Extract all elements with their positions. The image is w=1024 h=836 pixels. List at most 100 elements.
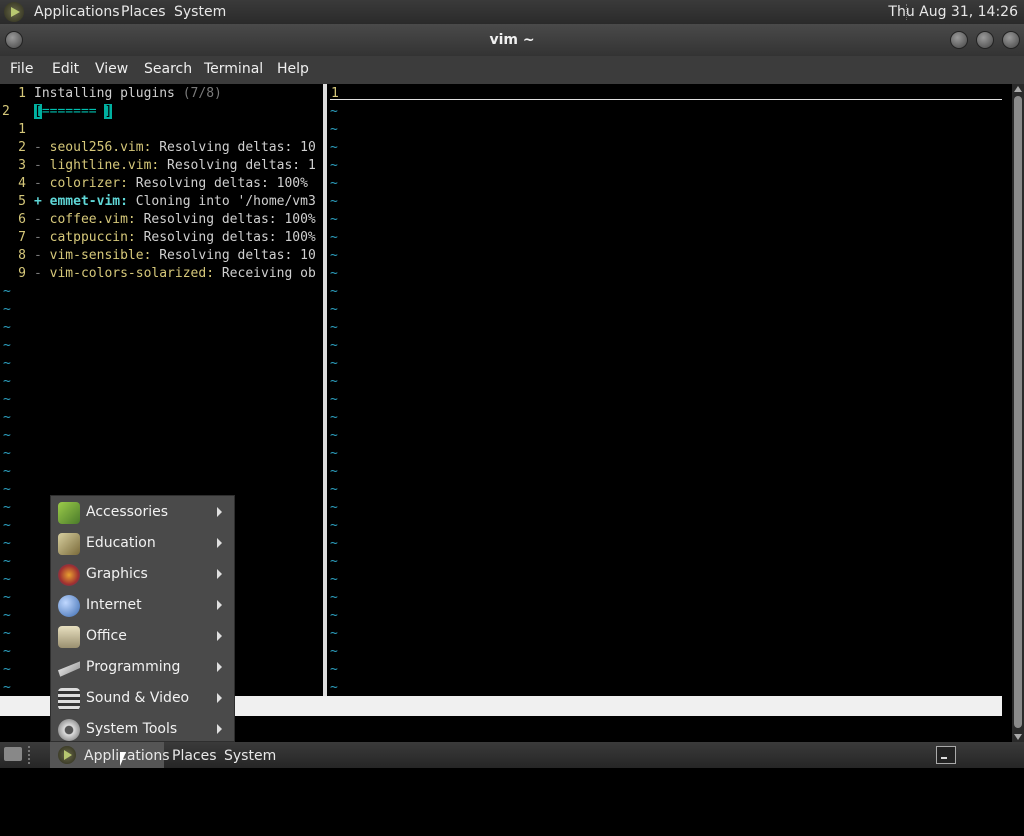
tilde-marker: ~ [330, 428, 338, 443]
bottom-panel: Applications Places System [0, 742, 1024, 768]
show-desktop-icon[interactable] [4, 747, 22, 761]
empty-line-marker: ~ [327, 355, 338, 373]
menu-item-label: Accessories [86, 504, 169, 520]
top-panel: Applications Places System Thu Aug 31, 1… [0, 0, 1024, 24]
plugin-status: Resolving deltas: 10 [151, 248, 316, 263]
clock[interactable]: Thu Aug 31, 14:26 [888, 4, 1018, 20]
plugin-name: vim-sensible: [49, 248, 152, 263]
empty-line-marker: ~ [0, 319, 11, 337]
plugin-name: catppuccin: [49, 230, 136, 245]
empty-line-marker: ~ [0, 391, 11, 409]
tilde-marker: ~ [330, 230, 338, 245]
empty-line-marker: ~ [327, 301, 338, 319]
menu-item-system-tools[interactable]: System Tools [51, 714, 234, 745]
applications-logo-icon[interactable] [58, 746, 76, 764]
tilde-marker: ~ [330, 536, 338, 551]
empty-line-marker: ~ [327, 427, 338, 445]
minimize-button[interactable] [950, 31, 968, 49]
menu-terminal[interactable]: Terminal [204, 61, 263, 77]
blank-line: 1 [0, 121, 26, 139]
window-titlebar[interactable]: vim ~ [0, 24, 1024, 56]
menu-item-internet[interactable]: Internet [51, 590, 234, 621]
tilde-marker: ~ [330, 644, 338, 659]
menu-edit[interactable]: Edit [52, 61, 79, 77]
vim-right-pane[interactable]: 1 ~ ~ ~ ~ ~ ~ ~ ~ ~ ~ ~ ~ ~ ~ ~ ~ ~ ~ ~ ~ ~ ~ ~ ~ ~ ~ ~ ~ ~ ~ ~ ~ ~ [327, 84, 1002, 696]
menu-item-label: Office [86, 628, 127, 644]
bottom-places-menu[interactable]: Places [172, 748, 217, 764]
empty-line-marker: ~ [327, 319, 338, 337]
scrollbar-thumb[interactable] [1014, 96, 1022, 728]
tilde-marker: ~ [3, 590, 11, 605]
tilde-marker: ~ [330, 590, 338, 605]
menu-item-accessories[interactable]: Accessories [51, 497, 234, 528]
empty-line-marker: ~ [327, 535, 338, 553]
empty-line-marker: ~ [327, 571, 338, 589]
terminal-scrollbar[interactable] [1012, 84, 1024, 742]
tilde-marker: ~ [330, 410, 338, 425]
tilde-marker: ~ [330, 446, 338, 461]
empty-line-marker: ~ [0, 409, 11, 427]
top-places-menu[interactable]: Places [121, 4, 166, 20]
line-number: 2 [2, 104, 10, 119]
progress-bracket-open: [ [34, 104, 42, 119]
scroll-up-arrow-icon[interactable] [1014, 86, 1022, 92]
tilde-marker: ~ [330, 176, 338, 191]
empty-line-marker: ~ [327, 517, 338, 535]
tilde-marker: ~ [3, 518, 11, 533]
line-number: 9 [18, 266, 26, 281]
tilde-marker: ~ [330, 212, 338, 227]
menu-item-sound-video[interactable]: Sound & Video [51, 683, 234, 714]
terminal-window-icon[interactable] [936, 746, 956, 764]
menu-item-label: Education [86, 535, 156, 551]
tilde-marker: ~ [330, 464, 338, 479]
top-applications-menu[interactable]: Applications [34, 4, 120, 20]
empty-line-marker: ~ [0, 517, 11, 535]
tilde-marker: ~ [330, 554, 338, 569]
tilde-marker: ~ [330, 194, 338, 209]
accessories-icon [58, 502, 80, 524]
submenu-arrow-icon [217, 538, 222, 548]
tilde-marker: ~ [3, 302, 11, 317]
close-button[interactable] [1002, 31, 1020, 49]
menu-help[interactable]: Help [277, 61, 309, 77]
bottom-system-menu[interactable]: System [224, 748, 276, 764]
mate-logo-icon[interactable] [4, 2, 24, 22]
empty-line-marker: ~ [327, 445, 338, 463]
applications-menu: Accessories Education Graphics Internet Offi… [50, 495, 235, 742]
menu-item-education[interactable]: Education [51, 528, 234, 559]
top-system-menu[interactable]: System [174, 4, 226, 20]
tilde-marker: ~ [330, 248, 338, 263]
menu-file[interactable]: File [10, 61, 33, 77]
scroll-down-arrow-icon[interactable] [1014, 734, 1022, 740]
mouse-pointer-icon [120, 752, 126, 766]
menu-view[interactable]: View [95, 61, 128, 77]
panel-handle[interactable] [28, 746, 34, 764]
empty-line-marker: ~ [0, 499, 11, 517]
tilde-marker: ~ [330, 662, 338, 677]
menu-item-graphics[interactable]: Graphics [51, 559, 234, 590]
progress-bracket-close: ] [104, 104, 113, 119]
sound-video-icon [58, 688, 80, 710]
tilde-marker: ~ [330, 140, 338, 155]
plugin-status: Cloning into '/home/vm3 [127, 194, 316, 209]
plugin-bullet: - [34, 230, 42, 245]
menu-search[interactable]: Search [144, 61, 192, 77]
tilde-marker: ~ [3, 428, 11, 443]
menu-item-office[interactable]: Office [51, 621, 234, 652]
plugin-name: vim-colors-solarized: [49, 266, 215, 281]
line-number: 3 [18, 158, 26, 173]
empty-line-marker: ~ [0, 643, 11, 661]
line-number: 1 [18, 122, 26, 137]
maximize-button[interactable] [976, 31, 994, 49]
menu-item-label: Sound & Video [86, 690, 190, 706]
empty-line-marker: ~ [327, 481, 338, 499]
tilde-marker: ~ [3, 626, 11, 641]
tilde-marker: ~ [330, 392, 338, 407]
bottom-applications-label[interactable]: Applications [84, 748, 170, 764]
tilde-marker: ~ [330, 482, 338, 497]
plugin-status: Resolving deltas: 100% [135, 212, 316, 227]
empty-line-marker: ~ [327, 625, 338, 643]
plugin-line: 2- seoul256.vim: Resolving deltas: 10 [0, 139, 316, 157]
header-count: (7/8) [182, 86, 222, 101]
menu-item-programming[interactable]: Programming [51, 652, 234, 683]
